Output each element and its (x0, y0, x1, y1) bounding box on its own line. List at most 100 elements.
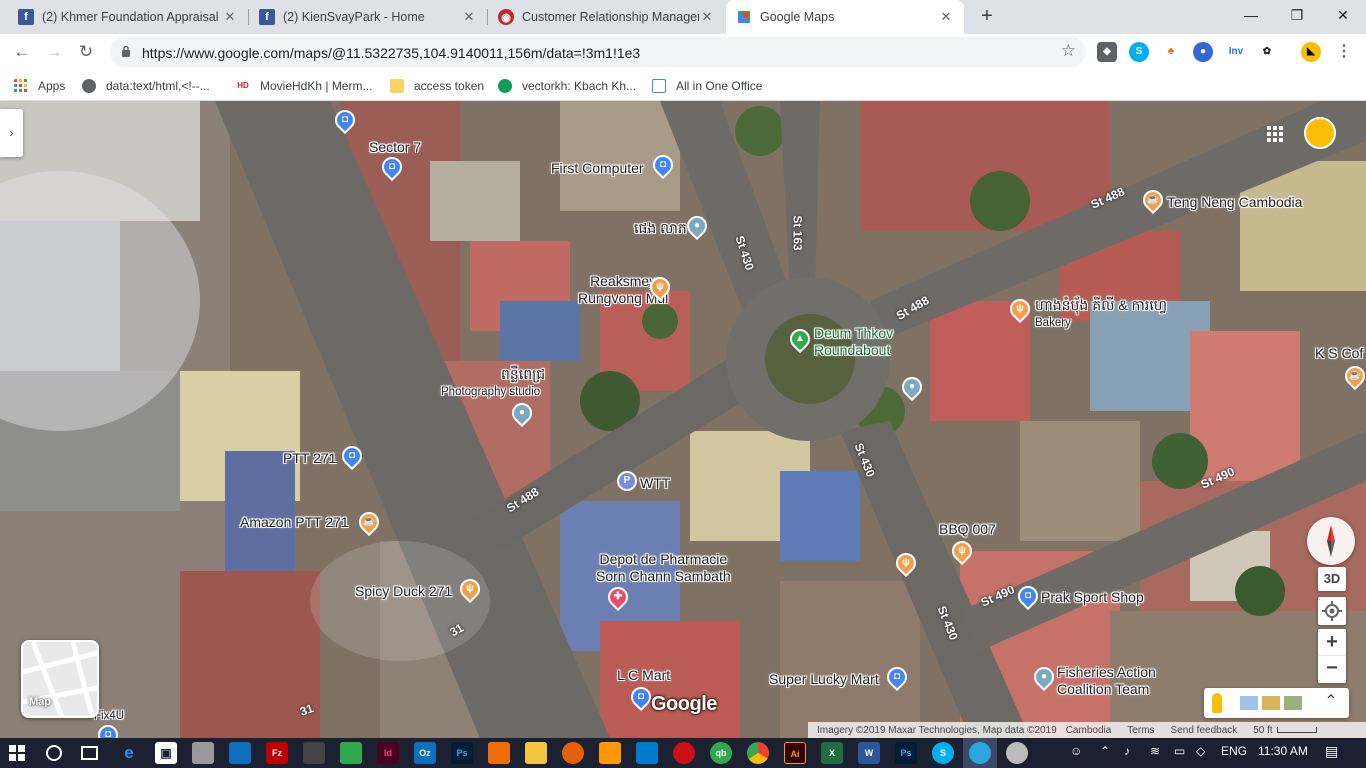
poi-super-lucky-mart[interactable]: Super Lucky Mart (769, 671, 879, 688)
volume-icon[interactable]: ♪ (1124, 744, 1130, 758)
poi-prak-sport-shop[interactable]: Prak Sport Shop (1041, 589, 1144, 606)
poi-sector-7[interactable]: Sector 7 (369, 139, 421, 156)
poi-bakery-khmer[interactable]: ហាងនំប៉័ង គីលី & ការហ្វេ (1035, 297, 1167, 314)
pegman-icon[interactable] (1212, 693, 1222, 713)
telegram-active-tab[interactable] (963, 738, 997, 768)
send-feedback-link[interactable]: Send feedback (1171, 725, 1238, 736)
photoshop-icon[interactable]: Ps (451, 742, 473, 764)
menu-icon[interactable]: ⋮ (1334, 42, 1354, 62)
bookmark-data-text[interactable]: data:text/html,<!--... (82, 76, 210, 96)
poi-pheng-leap[interactable]: ផេង លាភ (634, 220, 687, 237)
poi-first-computer[interactable]: First Computer (551, 160, 644, 177)
tab-crm[interactable]: ◉ Customer Relationship Managem ✕ (488, 0, 725, 34)
eraser-icon[interactable]: ◆ (1097, 42, 1117, 62)
app4-icon[interactable] (488, 742, 510, 764)
poi-bbq-007[interactable]: BBQ 007 (939, 521, 996, 538)
poi-bakery[interactable]: Bakery (1035, 316, 1071, 330)
bookmark-access-token[interactable]: access token (390, 76, 484, 96)
country-label[interactable]: Cambodia (1066, 725, 1112, 736)
maximize-button[interactable]: ❐ (1274, 0, 1320, 30)
imagery-thumb-icon[interactable] (1240, 696, 1258, 710)
app-icon[interactable] (192, 742, 214, 764)
scale-label[interactable]: 50 ft (1253, 725, 1272, 736)
explorer-icon[interactable] (525, 742, 547, 764)
tab-google-maps[interactable]: Google Maps ✕ (726, 0, 964, 34)
battery-icon[interactable]: ▭ (1174, 744, 1185, 758)
close-tab-icon[interactable]: ✕ (461, 9, 477, 25)
poi-depot-de-pharmacie[interactable]: Depot de Pharmacie Sorn Chann Sambath (596, 551, 731, 585)
filezilla-icon[interactable]: Fz (266, 742, 288, 764)
address-bar[interactable]: https://www.google.com/maps/@11.5322735,… (110, 37, 1086, 67)
satellite-map[interactable]: › ◘ Sector 7 ◘ First Computer ◘ ផេង លាភ … (0, 101, 1366, 738)
app3-icon[interactable] (340, 742, 362, 764)
start-icon[interactable] (9, 745, 25, 761)
language-indicator[interactable]: ENG (1221, 744, 1247, 758)
store-icon[interactable]: ▣ (155, 742, 177, 764)
edge-icon[interactable]: e (118, 742, 140, 764)
poi-photography-studio[interactable]: Photography studio (441, 385, 540, 399)
poi-ponleu-pich[interactable]: ពន្លឺពេជ្រ (501, 366, 545, 383)
new-tab-button[interactable]: + (976, 5, 998, 29)
imagery-thumb-icon[interactable] (1262, 696, 1280, 710)
task-view-icon[interactable] (81, 746, 98, 760)
google-apps-icon[interactable] (1266, 125, 1284, 143)
inv-extension[interactable]: Inv (1224, 42, 1248, 62)
parking-icon[interactable]: P (617, 471, 637, 491)
zoom-out-button[interactable]: − (1318, 656, 1346, 683)
photoshop2-icon[interactable]: Ps (895, 742, 917, 764)
dropbox-icon[interactable]: ◇ (1196, 744, 1205, 758)
account-avatar[interactable] (1304, 117, 1336, 149)
telegram-icon[interactable] (969, 742, 991, 764)
poi-ks-coffee[interactable]: K S Cof (1315, 345, 1363, 362)
word-icon[interactable]: W (858, 742, 880, 764)
search-icon[interactable] (46, 745, 62, 761)
minimize-button[interactable]: — (1228, 0, 1274, 30)
indesign-icon[interactable]: Id (377, 742, 399, 764)
imagery-thumb-icon[interactable] (1284, 696, 1302, 710)
reload-button[interactable]: ↻ (74, 40, 98, 64)
zoom-in-button[interactable]: + (1318, 629, 1346, 656)
tree-icon[interactable]: ♣ (1161, 42, 1181, 62)
app2-icon[interactable] (303, 742, 325, 764)
bookmark-apps[interactable]: Apps (14, 76, 65, 96)
bookmark-moviehd[interactable]: HD MovieHdKh | Merm... (236, 76, 372, 96)
tab-khmer-foundation[interactable]: f (2) Khmer Foundation Appraisal ✕ (8, 0, 248, 34)
opera-icon[interactable] (673, 742, 695, 764)
clock[interactable]: 11:30 AM (1258, 744, 1308, 758)
poi-ptt-271[interactable]: PTT 271 (283, 450, 336, 467)
poi-spicy-duck-271[interactable]: Spicy Duck 271 (355, 583, 452, 600)
chrome-icon[interactable] (747, 742, 769, 764)
expand-side-panel-button[interactable]: › (0, 109, 23, 157)
illustrator-icon[interactable]: Ai (784, 742, 806, 764)
poi-amazon-ptt-271[interactable]: Amazon PTT 271 (240, 514, 349, 531)
back-button[interactable]: ← (10, 40, 34, 64)
close-tab-icon[interactable]: ✕ (222, 9, 238, 25)
skype-icon[interactable]: S (1129, 42, 1149, 62)
terms-link[interactable]: Terms (1127, 725, 1154, 736)
chef-icon[interactable]: ✿ (1257, 42, 1277, 62)
close-window-button[interactable]: ✕ (1320, 0, 1366, 30)
bookmark-all-in-one-office[interactable]: All in One Office (652, 76, 762, 96)
outlook2-icon[interactable]: Oz (414, 742, 436, 764)
skype-taskbar-icon[interactable]: S (932, 742, 954, 764)
poi-teng-neng-cambodia[interactable]: Teng Neng Cambodia (1167, 194, 1302, 211)
close-tab-icon[interactable]: ✕ (938, 9, 954, 25)
forward-button[interactable]: → (42, 40, 66, 64)
qbittorrent-icon[interactable]: qb (710, 742, 732, 764)
outlook-icon[interactable] (229, 742, 251, 764)
compass-icon[interactable] (1307, 517, 1355, 565)
my-location-icon[interactable] (1318, 597, 1346, 625)
chevron-up-icon[interactable]: ⌃ (1100, 744, 1110, 758)
bookmark-vectorkh[interactable]: vectorkh: Kbach Kh... (498, 76, 636, 96)
profile-icon[interactable]: ● (1193, 42, 1213, 62)
poi-deum-thkov-roundabout[interactable]: Deum Thkov Roundabout (814, 325, 893, 359)
people-icon[interactable]: ☺ (1070, 744, 1082, 758)
poi-fisheries-action-coalition-team[interactable]: Fisheries Action Coalition Team (1057, 664, 1156, 698)
wifi-icon[interactable]: ≋ (1150, 744, 1160, 758)
poi-wtt[interactable]: WTT (640, 475, 670, 492)
url-text[interactable]: https://www.google.com/maps/@11.5322735,… (142, 45, 640, 61)
layers-minimap-button[interactable]: Map (21, 640, 99, 718)
excel-icon[interactable]: X (821, 742, 843, 764)
close-tab-icon[interactable]: ✕ (699, 9, 715, 25)
vscode-icon[interactable] (636, 742, 658, 764)
